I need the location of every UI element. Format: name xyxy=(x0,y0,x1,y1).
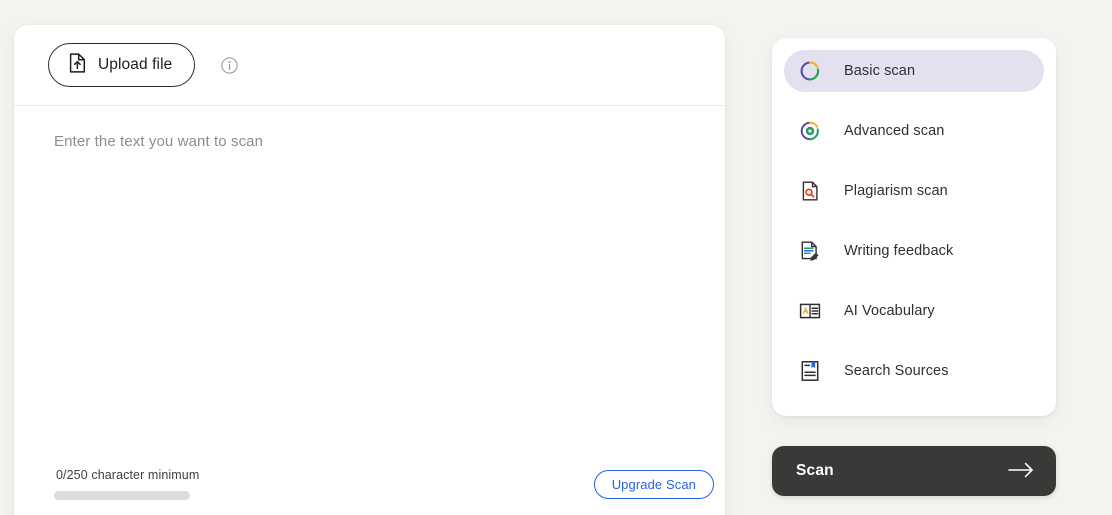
search-sources-icon xyxy=(798,359,822,383)
plagiarism-scan-icon xyxy=(798,179,822,203)
scan-button[interactable]: Scan xyxy=(772,446,1056,496)
mode-label: Plagiarism scan xyxy=(844,183,948,199)
info-icon[interactable] xyxy=(221,56,238,74)
mode-item-writing-feedback[interactable]: Writing feedback xyxy=(784,230,1044,272)
advanced-scan-icon xyxy=(798,119,822,143)
mode-label: Advanced scan xyxy=(844,123,945,139)
writing-feedback-icon xyxy=(798,239,822,263)
scan-text-area[interactable]: Enter the text you want to scan xyxy=(14,106,725,464)
scan-button-label: Scan xyxy=(796,462,834,479)
basic-scan-icon xyxy=(798,59,822,83)
mode-label: Writing feedback xyxy=(844,243,954,259)
arrow-right-icon xyxy=(1008,462,1034,481)
mode-item-ai-vocabulary[interactable]: AI Vocabulary xyxy=(784,290,1044,332)
mode-label: AI Vocabulary xyxy=(844,303,935,319)
mode-item-advanced-scan[interactable]: Advanced scan xyxy=(784,110,1044,152)
upgrade-scan-button[interactable]: Upgrade Scan xyxy=(593,470,714,499)
app-root: Upload file Enter the text you want to s… xyxy=(0,0,1112,515)
mode-label: Search Sources xyxy=(844,363,949,379)
scan-modes-panel: Basic scan Advanced scan Plagiarism scan… xyxy=(772,38,1056,416)
character-count-label: 0/250 character minimum xyxy=(56,468,200,482)
scan-text-placeholder: Enter the text you want to scan xyxy=(54,133,264,150)
editor-toolbar: Upload file xyxy=(14,25,725,106)
mode-item-basic-scan[interactable]: Basic scan xyxy=(784,50,1044,92)
editor-footer: 0/250 character minimum Upgrade Scan xyxy=(14,464,725,515)
upgrade-scan-label: Upgrade Scan xyxy=(611,477,696,492)
upload-file-button[interactable]: Upload file xyxy=(48,43,196,87)
mode-label: Basic scan xyxy=(844,63,916,79)
upload-file-label: Upload file xyxy=(98,56,173,74)
editor-card: Upload file Enter the text you want to s… xyxy=(14,25,725,515)
file-upload-icon xyxy=(68,52,87,78)
character-progress-bar xyxy=(54,491,190,500)
mode-item-search-sources[interactable]: Search Sources xyxy=(784,350,1044,392)
ai-vocabulary-icon xyxy=(798,299,822,323)
mode-item-plagiarism-scan[interactable]: Plagiarism scan xyxy=(784,170,1044,212)
